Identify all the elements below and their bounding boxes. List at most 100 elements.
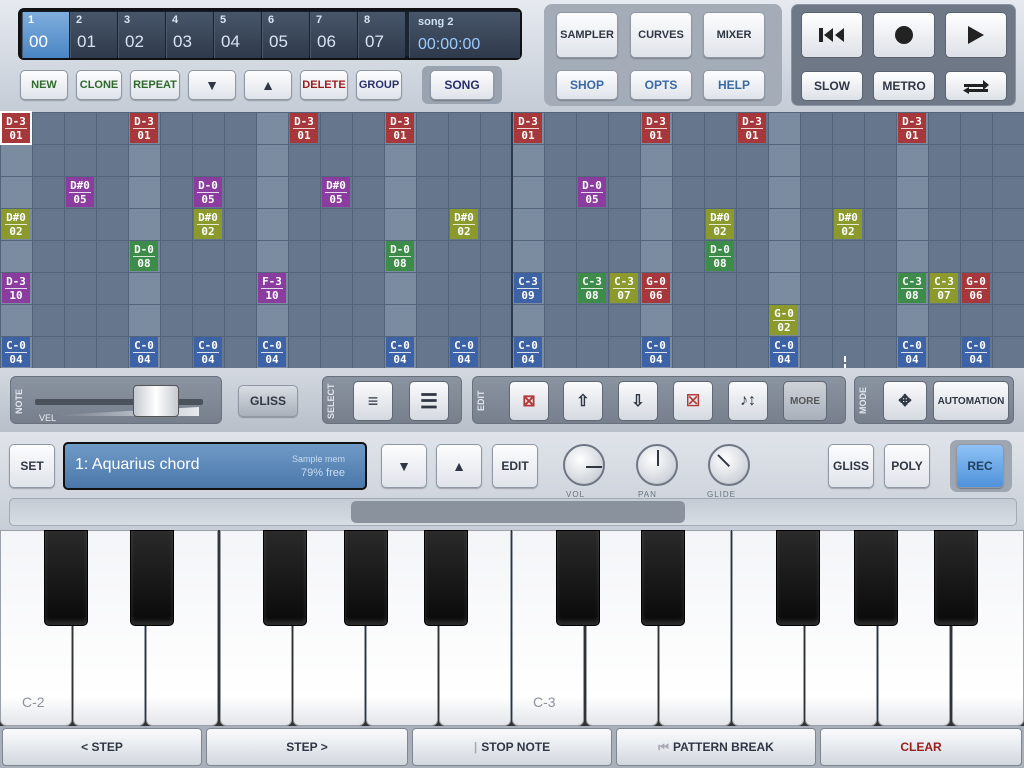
- grid-cell[interactable]: [673, 113, 704, 144]
- copy-button[interactable]: ⇧: [563, 381, 603, 421]
- black-key[interactable]: [854, 530, 898, 626]
- note-cell[interactable]: G-0 06: [642, 273, 670, 303]
- grid-cell[interactable]: [801, 177, 832, 208]
- grid-cell[interactable]: [449, 145, 480, 176]
- grid-cell[interactable]: [577, 113, 608, 144]
- grid-cell[interactable]: [225, 145, 256, 176]
- grid-cell[interactable]: [225, 305, 256, 336]
- grid-cell[interactable]: [769, 177, 800, 208]
- pattern-slot-7[interactable]: 7 06: [310, 12, 357, 58]
- grid-cell[interactable]: [609, 305, 640, 336]
- grid-cell[interactable]: [865, 337, 896, 368]
- grid-cell[interactable]: [353, 241, 384, 272]
- grid-cell[interactable]: [33, 337, 64, 368]
- grid-cell[interactable]: [449, 177, 480, 208]
- delete-notes-button[interactable]: ☒: [673, 381, 713, 421]
- grid-cell[interactable]: [353, 113, 384, 144]
- grid-cell[interactable]: [641, 241, 672, 272]
- black-key[interactable]: [424, 530, 468, 626]
- note-cell[interactable]: C-3 09: [514, 273, 542, 303]
- note-cell[interactable]: D#0 05: [322, 177, 350, 207]
- grid-cell[interactable]: [673, 145, 704, 176]
- grid-cell[interactable]: [833, 241, 864, 272]
- grid-cell[interactable]: [97, 113, 128, 144]
- pattern-slot-2[interactable]: 2 01: [70, 12, 117, 58]
- step-back-button[interactable]: < STEP: [2, 728, 202, 766]
- play-button[interactable]: [945, 12, 1007, 58]
- grid-cell[interactable]: [161, 113, 192, 144]
- grid-cell[interactable]: [193, 113, 224, 144]
- grid-cell[interactable]: [257, 305, 288, 336]
- grid-cell[interactable]: [865, 113, 896, 144]
- grid-cell[interactable]: [161, 273, 192, 304]
- note-cell[interactable]: G-0 06: [962, 273, 990, 303]
- note-cell[interactable]: D-0 08: [706, 241, 734, 271]
- gliss-button[interactable]: GLISS: [828, 444, 874, 488]
- prev-instrument-button[interactable]: ▼: [381, 444, 427, 488]
- grid-cell[interactable]: [481, 177, 512, 208]
- grid-cell[interactable]: [641, 209, 672, 240]
- song-button[interactable]: SONG: [430, 70, 494, 100]
- grid-cell[interactable]: [161, 241, 192, 272]
- note-cell[interactable]: D-3 01: [738, 113, 766, 143]
- grid-cell[interactable]: [353, 337, 384, 368]
- note-cell[interactable]: D-3 01: [642, 113, 670, 143]
- grid-cell[interactable]: [673, 241, 704, 272]
- grid-cell[interactable]: [865, 177, 896, 208]
- grid-cell[interactable]: [897, 177, 928, 208]
- note-cell[interactable]: D-3 01: [290, 113, 318, 143]
- note-cell[interactable]: C-3 07: [930, 273, 958, 303]
- grid-cell[interactable]: [225, 113, 256, 144]
- keyboard-scrollbar[interactable]: [9, 498, 1017, 526]
- grid-cell[interactable]: [577, 145, 608, 176]
- grid-cell[interactable]: [321, 337, 352, 368]
- grid-cell[interactable]: [289, 241, 320, 272]
- grid-cell[interactable]: [961, 305, 992, 336]
- pattern-slot-6[interactable]: 6 05: [262, 12, 309, 58]
- grid-cell[interactable]: [609, 177, 640, 208]
- help-button[interactable]: HELP: [703, 70, 765, 100]
- black-key[interactable]: [130, 530, 174, 626]
- loop-button[interactable]: [945, 71, 1007, 101]
- note-cell[interactable]: C-0 04: [194, 337, 222, 367]
- grid-cell[interactable]: [481, 145, 512, 176]
- note-cell[interactable]: D#0 02: [706, 209, 734, 239]
- keyboard-scroll-thumb[interactable]: [351, 501, 685, 523]
- grid-cell[interactable]: [353, 273, 384, 304]
- grid-cell[interactable]: [993, 113, 1024, 144]
- set-button[interactable]: SET: [9, 444, 55, 488]
- grid-cell[interactable]: [545, 145, 576, 176]
- grid-cell[interactable]: [513, 241, 544, 272]
- grid-cell[interactable]: [929, 241, 960, 272]
- note-cell[interactable]: C-3 08: [898, 273, 926, 303]
- grid-cell[interactable]: [289, 305, 320, 336]
- grid-cell[interactable]: [513, 177, 544, 208]
- grid-cell[interactable]: [481, 209, 512, 240]
- note-cell[interactable]: C-0 04: [2, 337, 30, 367]
- pattern-slot-4[interactable]: 4 03: [166, 12, 213, 58]
- grid-cell[interactable]: [33, 113, 64, 144]
- grid-cell[interactable]: [801, 337, 832, 368]
- grid-cell[interactable]: [97, 177, 128, 208]
- note-cell[interactable]: C-0 04: [898, 337, 926, 367]
- grid-cell[interactable]: [97, 209, 128, 240]
- grid-cell[interactable]: [65, 209, 96, 240]
- grid-cell[interactable]: [225, 209, 256, 240]
- note-cell[interactable]: C-0 04: [962, 337, 990, 367]
- grid-cell[interactable]: [129, 209, 160, 240]
- grid-cell[interactable]: [769, 241, 800, 272]
- automation-button[interactable]: AUTOMATION: [933, 381, 1009, 421]
- grid-cell[interactable]: [961, 145, 992, 176]
- grid-cell[interactable]: [993, 337, 1024, 368]
- grid-cell[interactable]: [417, 305, 448, 336]
- grid-cell[interactable]: [481, 305, 512, 336]
- grid-cell[interactable]: [129, 273, 160, 304]
- grid-cell[interactable]: [193, 145, 224, 176]
- grid-cell[interactable]: [513, 209, 544, 240]
- grid-cell[interactable]: [769, 145, 800, 176]
- grid-cell[interactable]: [737, 273, 768, 304]
- black-key[interactable]: [556, 530, 600, 626]
- grid-cell[interactable]: [577, 305, 608, 336]
- grid-cell[interactable]: [65, 241, 96, 272]
- grid-cell[interactable]: [545, 177, 576, 208]
